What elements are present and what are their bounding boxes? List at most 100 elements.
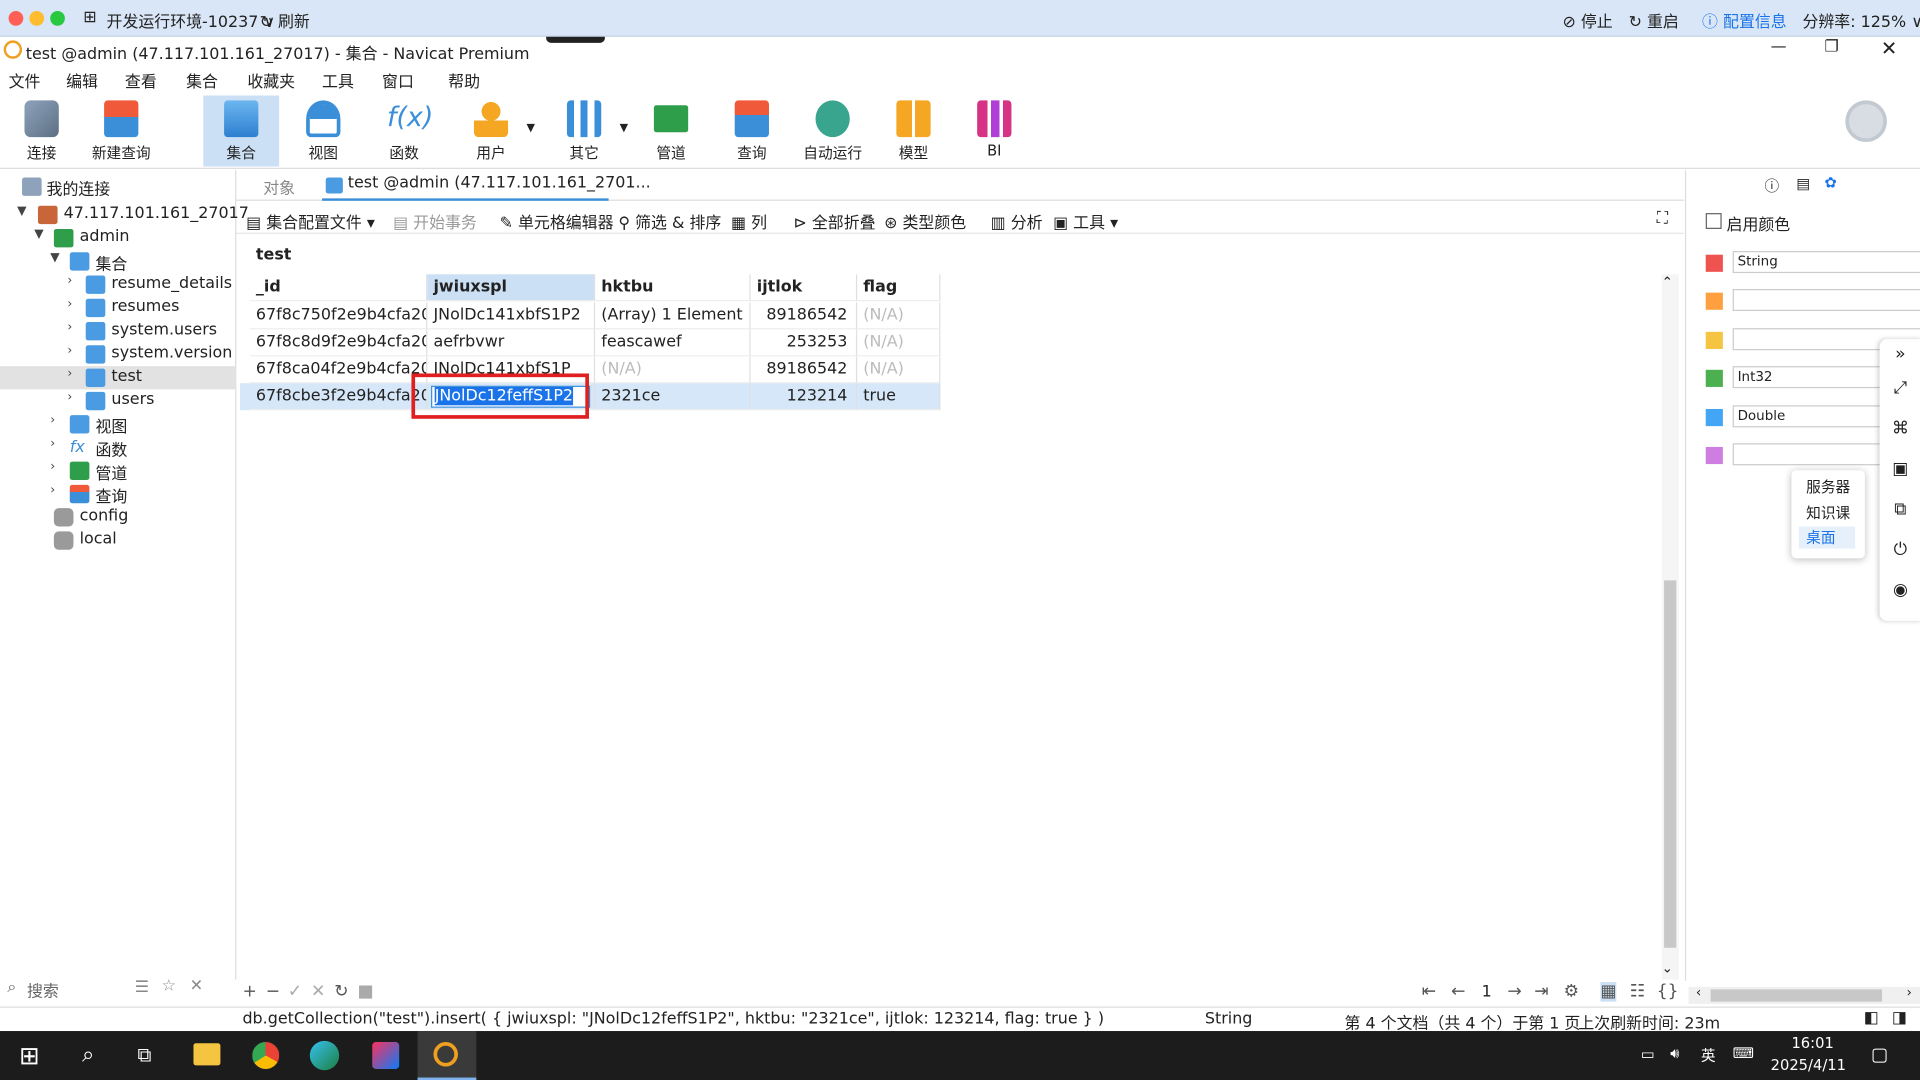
menu-collection[interactable]: 集合 <box>186 69 218 91</box>
type-color-swatch[interactable] <box>1705 331 1723 349</box>
tree-collection-item[interactable]: › resume_details <box>0 273 236 296</box>
config-info-button[interactable]: ⓘ 配置信息 <box>1702 9 1787 32</box>
panel-right-icon[interactable]: ◨ <box>1892 1009 1907 1027</box>
json-view-icon[interactable]: {} <box>1657 982 1679 1002</box>
popup-item-server[interactable]: 服务器 <box>1806 476 1850 497</box>
cell-id[interactable]: 67f8c8d9f2e9b4cfa201! <box>249 329 428 357</box>
grid-view-icon[interactable]: ▦ <box>1600 982 1617 1002</box>
popup-item-course[interactable]: 知识课 <box>1806 502 1850 523</box>
cell-id[interactable]: 67f8cbe3f2e9b4cfa201! <box>249 383 428 411</box>
window-icon[interactable]: ▣ <box>1880 459 1920 479</box>
menu-file[interactable]: 文件 <box>9 69 41 91</box>
horizontal-scrollbar[interactable]: ‹ › <box>1688 984 1920 1005</box>
tree-db-config[interactable]: config <box>0 506 236 529</box>
menu-favorites[interactable]: 收藏夹 <box>247 69 295 91</box>
page-number[interactable]: 1 <box>1482 983 1492 1001</box>
toolbar-function-button[interactable]: f(x) 函数 <box>366 96 442 167</box>
close-icon[interactable]: ✕ <box>1881 37 1897 60</box>
type-color-swatch[interactable] <box>1705 369 1723 387</box>
minimize-icon[interactable]: — <box>1771 38 1787 56</box>
tree-queries[interactable]: › 查询 <box>0 482 236 507</box>
chevron-right-icon[interactable]: › <box>67 344 79 357</box>
toolbar-pipeline-button[interactable]: 管道 <box>633 96 709 167</box>
cell-hktbu[interactable]: (N/A) <box>595 356 751 384</box>
type-color-swatch[interactable] <box>1705 446 1723 465</box>
chevron-right-icon[interactable]: › <box>67 274 79 287</box>
scroll-up-icon[interactable]: ⌃ <box>1662 274 1673 290</box>
type-color-swatch[interactable] <box>1705 292 1723 310</box>
column-header[interactable]: ijtlok <box>750 274 858 302</box>
chevron-right-icon[interactable]: › <box>67 367 79 380</box>
begin-transaction-button[interactable]: ▤ 开始事务 <box>393 209 477 232</box>
tree-search-input[interactable]: 搜索 <box>27 978 59 1001</box>
cell-id[interactable]: 67f8c750f2e9b4cfa201! <box>249 302 428 330</box>
toolbar-view-button[interactable]: 视图 <box>285 96 361 167</box>
scroll-thumb[interactable] <box>1710 989 1883 1002</box>
toolbar-model-button[interactable]: 模型 <box>876 96 952 167</box>
scroll-down-icon[interactable]: ⌄ <box>1662 960 1673 976</box>
fullscreen-icon[interactable]: ⤢ <box>1880 378 1920 398</box>
scroll-right-icon[interactable]: › <box>1907 984 1912 1000</box>
layout-icon[interactable]: ⌘ <box>1880 419 1920 439</box>
volume-icon[interactable]: 🔊︎ <box>1670 1044 1679 1062</box>
tree-collection-test[interactable]: › test <box>0 366 237 390</box>
tree-server[interactable]: ▼ 47.117.101.161_27017 <box>0 203 249 226</box>
network-icon[interactable]: ▭ <box>1641 1046 1655 1063</box>
cell-flag[interactable]: (N/A) <box>857 356 941 384</box>
intellij-icon[interactable] <box>358 1031 417 1080</box>
panel-left-icon[interactable]: ◧ <box>1864 1009 1879 1027</box>
user-dropdown-icon[interactable]: ▼ <box>527 122 535 134</box>
search-icon[interactable]: ⌕ <box>59 1031 118 1080</box>
ime-indicator[interactable]: 英 <box>1701 1044 1716 1065</box>
scroll-thumb[interactable] <box>1664 580 1677 948</box>
tab-active[interactable]: test @admin (47.117.101.161_2701... <box>322 170 651 201</box>
cell-editor-button[interactable]: ✎ 单元格编辑器 <box>500 209 614 232</box>
tree-collection-item[interactable]: › users <box>0 389 236 412</box>
refresh-button[interactable]: ↻ 刷新 <box>260 9 310 32</box>
chevron-right-icon[interactable]: › <box>50 414 62 427</box>
minimize-dot[interactable] <box>29 11 45 26</box>
tree-collections-group[interactable]: ▼ 集合 <box>0 250 236 274</box>
chevron-right-icon[interactable]: › <box>67 321 79 334</box>
cell-flag[interactable]: (N/A) <box>857 302 941 330</box>
type-color-swatch[interactable] <box>1705 254 1723 272</box>
type-color-swatch[interactable] <box>1705 408 1723 427</box>
cell-flag[interactable]: true <box>857 383 941 411</box>
menu-help[interactable]: 帮助 <box>448 69 480 91</box>
cell-ijtlok[interactable]: 253253 <box>750 329 858 357</box>
popup-item-desktop[interactable]: 桌面 <box>1798 526 1856 549</box>
tools-button[interactable]: ▣ 工具 ▾ <box>1053 209 1118 232</box>
close-dot[interactable] <box>8 11 24 26</box>
chevron-down-icon[interactable]: ▼ <box>17 204 29 217</box>
keyboard-icon[interactable]: ⌨ <box>1733 1044 1754 1061</box>
resolution-selector[interactable]: 分辨率: 125% ∨ <box>1802 9 1920 32</box>
chevron-right-icon[interactable]: › <box>67 391 79 404</box>
tree-view-icon[interactable]: ☷ <box>1630 982 1645 1002</box>
column-header[interactable]: _id <box>249 274 428 302</box>
menu-tools[interactable]: 工具 <box>322 69 354 91</box>
start-icon[interactable]: ⊞ <box>0 1031 59 1080</box>
collection-profile-button[interactable]: ▤ 集合配置文件 ▾ <box>246 209 375 232</box>
tab-objects[interactable]: 对象 <box>263 175 295 198</box>
collapse-all-button[interactable]: ⊳ 全部折叠 <box>793 209 875 232</box>
chevron-down-icon[interactable]: ▼ <box>34 228 46 241</box>
filter-sort-button[interactable]: ⚲ 筛选 & 排序 <box>618 209 721 232</box>
cell-flag[interactable]: (N/A) <box>857 329 941 357</box>
toolbar-bi-button[interactable]: BI <box>956 96 1032 167</box>
tree-collection-item[interactable]: › system.users <box>0 320 236 343</box>
apply-icon[interactable]: ✓ <box>288 982 302 1002</box>
cell-ijtlok[interactable]: 89186542 <box>750 302 858 330</box>
tree-collection-item[interactable]: › resumes <box>0 296 236 319</box>
type-name-field[interactable]: String <box>1732 251 1920 274</box>
ddl-icon[interactable]: ▤ <box>1796 175 1810 192</box>
expand-icon[interactable]: » <box>1880 344 1920 364</box>
stop-icon[interactable]: ■ <box>358 982 374 1002</box>
tree-my-connections[interactable]: 我的连接 <box>0 175 236 200</box>
chevron-right-icon[interactable]: › <box>67 298 79 311</box>
discard-icon[interactable]: ✕ <box>311 982 325 1002</box>
restart-button[interactable]: ↻ 重启 <box>1629 9 1679 32</box>
analyze-button[interactable]: ▥ 分析 <box>991 209 1043 232</box>
cell-ijtlok[interactable]: 123214 <box>750 383 858 411</box>
tree-db-local[interactable]: local <box>0 529 236 552</box>
chevron-right-icon[interactable]: › <box>50 484 62 497</box>
